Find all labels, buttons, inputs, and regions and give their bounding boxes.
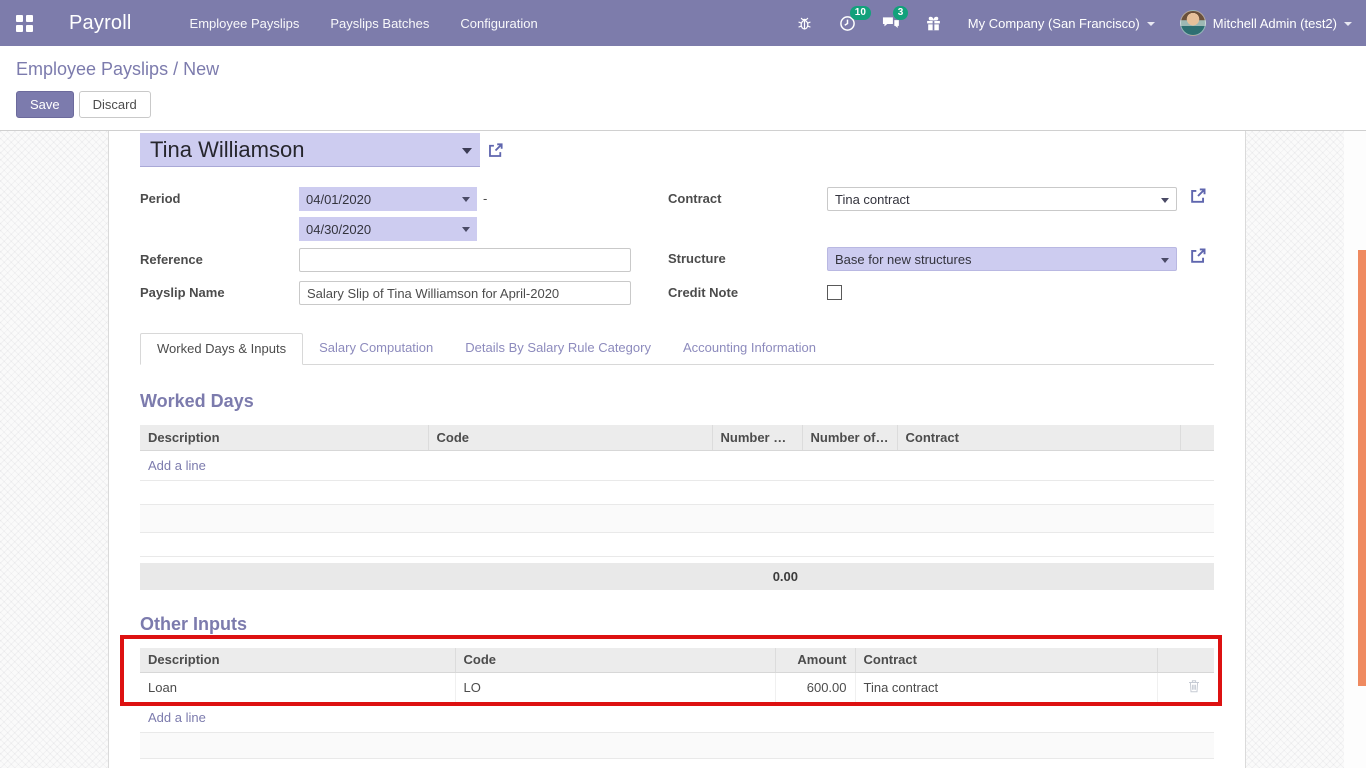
other-inputs-table: Description Code Amount Contract Loan LO… [140,648,1214,760]
empty-row [140,504,1214,532]
delete-row-button[interactable] [1157,673,1214,703]
gift-icon[interactable] [925,14,943,32]
empty-row [140,532,1214,556]
employee-name-row: Tina Williamson [140,133,1214,167]
worked-days-add-line-row: Add a line [140,450,1214,480]
contract-value: Tina contract [835,192,910,207]
scrollbar-thumb[interactable] [1358,250,1366,686]
col-number-of-days: Number of … [712,425,802,450]
payslip-name-input[interactable] [299,281,631,305]
other-inputs-header-row: Description Code Amount Contract [140,648,1214,673]
chevron-down-icon [462,197,470,202]
worked-days-add-a-line[interactable]: Add a line [140,450,1214,480]
cell-amount[interactable]: 600.00 [775,673,855,703]
navbar-systray: 10 3 My Company (San Francisco) Mitch [796,10,1352,36]
other-inputs-title: Other Inputs [140,614,1214,635]
messages-chat-icon[interactable]: 3 [882,14,900,32]
top-navbar: Payroll Employee Payslips Payslips Batch… [0,0,1366,46]
chevron-down-icon [1161,198,1169,203]
credit-note-label: Credit Note [668,281,827,300]
worked-days-header-row: Description Code Number of … Number of …… [140,425,1214,450]
breadcrumb[interactable]: Employee Payslips / New [16,59,1350,80]
menu-employee-payslips[interactable]: Employee Payslips [190,16,300,31]
main-menu: Employee Payslips Payslips Batches Confi… [190,16,538,31]
form-sheet: Tina Williamson Period 04/01/2020 - [108,131,1246,768]
discard-button[interactable]: Discard [79,91,151,118]
chevron-down-icon [1344,22,1352,26]
structure-external-link-icon[interactable] [1189,247,1207,265]
employee-name-value: Tina Williamson [150,137,304,163]
period-to-value: 04/30/2020 [306,222,371,237]
other-inputs-add-a-line[interactable]: Add a line [140,703,1214,733]
activities-clock-icon[interactable]: 10 [839,14,857,32]
content-area: Tina Williamson Period 04/01/2020 - [0,131,1366,768]
cell-contract[interactable]: Tina contract [855,673,1157,703]
col-description: Description [140,425,428,450]
credit-note-checkbox[interactable] [827,285,842,300]
contract-label: Contract [668,187,827,206]
payslip-name-label: Payslip Name [140,281,299,300]
col-actions [1180,425,1214,450]
chevron-down-icon [462,227,470,232]
reference-input[interactable] [299,248,631,272]
reference-label: Reference [140,248,299,267]
structure-value: Base for new structures [835,252,972,267]
cell-description[interactable]: Loan [140,673,455,703]
cell-code[interactable]: LO [455,673,775,703]
period-separator: - [483,187,487,206]
contract-external-link-icon[interactable] [1189,187,1207,205]
chevron-down-icon [1147,22,1155,26]
left-field-column: Period 04/01/2020 - 04/30/2020 Referenc [140,187,640,305]
employee-external-link-icon[interactable] [487,142,504,159]
right-field-column: Contract Tina contract Structure Base f [668,187,1214,305]
menu-configuration[interactable]: Configuration [460,16,537,31]
period-label: Period [140,187,299,206]
col-contract: Contract [897,425,1180,450]
menu-payslips-batches[interactable]: Payslips Batches [330,16,429,31]
period-from-field[interactable]: 04/01/2020 [299,187,477,211]
col-contract: Contract [855,648,1157,673]
worked-days-total: 0.00 [140,569,802,584]
period-from-value: 04/01/2020 [306,192,371,207]
chevron-down-icon [1161,258,1169,263]
tab-details-by-salary-rule-category[interactable]: Details By Salary Rule Category [449,333,667,365]
user-name: Mitchell Admin (test2) [1213,16,1337,31]
col-amount: Amount [775,648,855,673]
field-grid: Period 04/01/2020 - 04/30/2020 Referenc [140,187,1214,305]
save-button[interactable]: Save [16,91,74,118]
empty-row [140,480,1214,504]
col-description: Description [140,648,455,673]
user-menu[interactable]: Mitchell Admin (test2) [1180,10,1352,36]
worked-days-table: Description Code Number of … Number of …… [140,425,1214,557]
company-name: My Company (San Francisco) [968,16,1140,31]
app-title: Payroll [69,12,132,35]
message-count-badge: 3 [893,6,909,20]
tab-accounting-information[interactable]: Accounting Information [667,333,832,365]
worked-days-title: Worked Days [140,391,1214,412]
structure-label: Structure [668,247,827,266]
avatar [1180,10,1206,36]
col-number-of-hours: Number of … [802,425,897,450]
empty-row [140,733,1214,759]
worked-days-total-row: 0.00 [140,563,1214,590]
tab-salary-computation[interactable]: Salary Computation [303,333,449,365]
chevron-down-icon [462,148,472,154]
other-inputs-add-line-row: Add a line [140,703,1214,733]
period-to-field[interactable]: 04/30/2020 [299,217,477,241]
apps-grid-icon[interactable] [16,15,33,32]
debug-bug-icon[interactable] [796,14,814,32]
company-switcher[interactable]: My Company (San Francisco) [968,16,1155,31]
structure-field[interactable]: Base for new structures [827,247,1177,271]
col-code: Code [455,648,775,673]
control-panel-buttons: Save Discard [16,91,1350,118]
employee-field[interactable]: Tina Williamson [140,133,480,167]
contract-field[interactable]: Tina contract [827,187,1177,211]
tab-worked-days-inputs[interactable]: Worked Days & Inputs [140,333,303,365]
col-actions [1157,648,1214,673]
activity-count-badge: 10 [850,6,871,20]
other-inputs-row-loan[interactable]: Loan LO 600.00 Tina contract [140,673,1214,703]
notebook-tabs: Worked Days & Inputs Salary Computation … [140,333,1214,365]
col-code: Code [428,425,712,450]
control-panel: Employee Payslips / New Save Discard [0,46,1366,131]
